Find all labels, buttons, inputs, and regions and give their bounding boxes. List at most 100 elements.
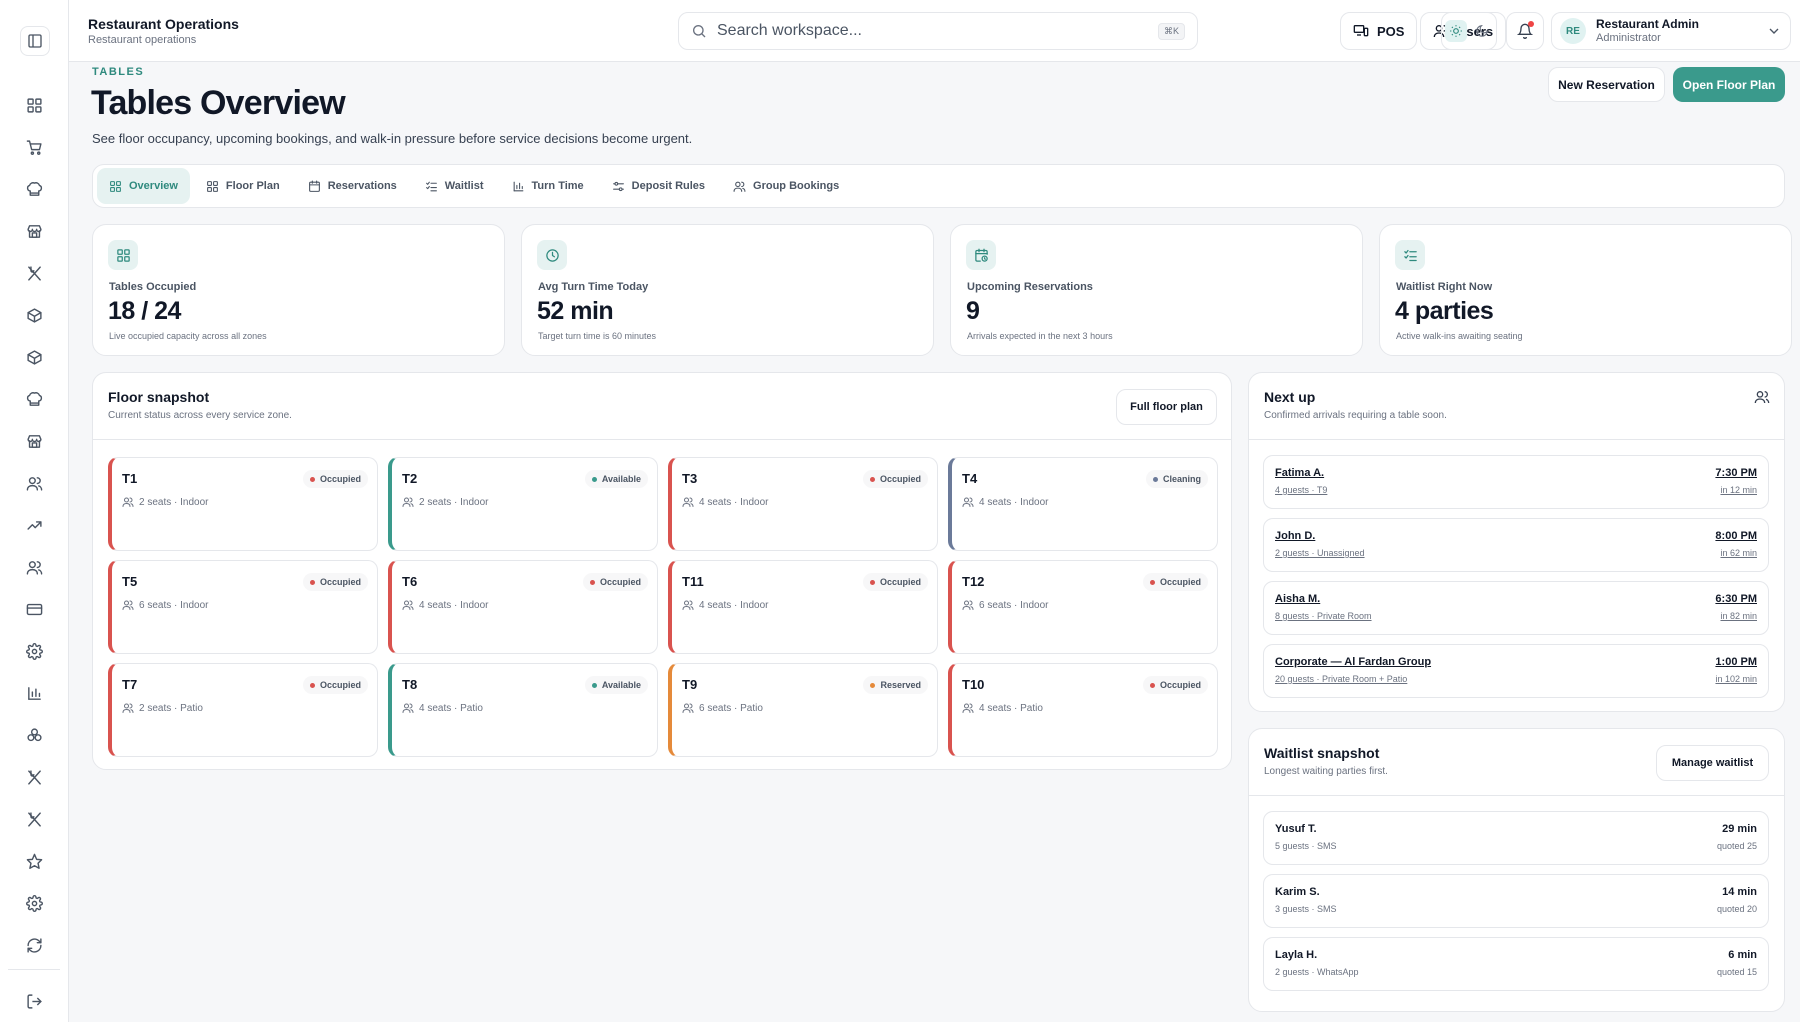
panel-divider [1249, 439, 1784, 440]
top-header: Restaurant Operations Restaurant operati… [69, 0, 1800, 62]
kpi-hint: Live occupied capacity across all zones [109, 331, 267, 341]
list-check-icon [425, 180, 438, 193]
tab-turn-time[interactable]: Turn Time [500, 168, 596, 204]
sidebar-item-19[interactable] [0, 882, 69, 924]
tab-floor-plan[interactable]: Floor Plan [194, 168, 292, 204]
sidebar-item-4[interactable] [0, 252, 69, 294]
table-card[interactable]: T1 2 seats · Indoor Occupied [108, 457, 378, 551]
table-card[interactable]: T11 4 seats · Indoor Occupied [668, 560, 938, 654]
sidebar-item-15[interactable] [0, 714, 69, 756]
quoted-time: quoted 20 [1716, 904, 1757, 914]
users-icon [1754, 389, 1770, 405]
logout-icon[interactable] [0, 980, 69, 1022]
status-badge: Occupied [302, 676, 368, 694]
status-label: Available [601, 474, 641, 484]
sidebar-item-2[interactable] [0, 168, 69, 210]
app-title: Restaurant Operations [88, 16, 239, 32]
table-meta-text: 6 seats · Indoor [139, 599, 209, 611]
kpi-hint: Active walk-ins awaiting seating [1396, 331, 1523, 341]
reservation-row[interactable]: Aisha M. 8 guests · Private Room 6:30 PM in… [1263, 581, 1769, 635]
cart-icon [26, 139, 43, 156]
table-card[interactable]: T10 4 seats · Patio Occupied [948, 663, 1218, 757]
new-reservation-button[interactable]: New Reservation [1548, 67, 1665, 102]
status-dot [591, 476, 597, 482]
wait-time: 29 min [1722, 823, 1757, 835]
kpi-label: Waitlist Right Now [1396, 281, 1493, 293]
sidebar-item-12[interactable] [0, 588, 69, 630]
table-meta: 6 seats · Indoor [962, 599, 1048, 611]
table-meta: 4 seats · Indoor [682, 599, 768, 611]
theme-toggle[interactable] [1441, 12, 1497, 50]
tab-label: Waitlist [444, 180, 484, 192]
sidebar-item-8[interactable] [0, 420, 69, 462]
sidebar-item-0[interactable] [0, 84, 69, 126]
kpi-hint: Target turn time is 60 minutes [538, 331, 657, 341]
sun-icon[interactable] [1445, 20, 1467, 42]
store-icon [26, 223, 43, 240]
sidebar-item-16[interactable] [0, 756, 69, 798]
kpi-card: Tables Occupied 18 / 24 Live occupied capa… [92, 224, 505, 356]
guest-detail: 4 guests · T9 [1275, 485, 1328, 495]
table-card[interactable]: T8 4 seats · Patio Available [388, 663, 658, 757]
table-card[interactable]: T2 2 seats · Indoor Available [388, 457, 658, 551]
table-card[interactable]: T12 6 seats · Indoor Occupied [948, 560, 1218, 654]
tab-reservations[interactable]: Reservations [296, 168, 409, 204]
clock-icon [537, 240, 567, 270]
full-floor-plan-button[interactable]: Full floor plan [1116, 389, 1217, 425]
moon-icon[interactable] [1471, 20, 1493, 42]
party-detail: 5 guests · SMS [1275, 841, 1337, 851]
sidebar-item-1[interactable] [0, 126, 69, 168]
sidebar-item-11[interactable] [0, 546, 69, 588]
status-dot [1149, 579, 1155, 585]
table-card[interactable]: T5 6 seats · Indoor Occupied [108, 560, 378, 654]
calendar-clock-icon [966, 240, 996, 270]
tab-deposit-rules[interactable]: Deposit Rules [600, 168, 717, 204]
notifications-button[interactable] [1506, 12, 1544, 50]
sidebar-item-20[interactable] [0, 924, 69, 966]
sidebar-item-18[interactable] [0, 840, 69, 882]
search-input[interactable] [717, 22, 1158, 40]
table-card[interactable]: T6 4 seats · Indoor Occupied [388, 560, 658, 654]
guest-name: Aisha M. [1275, 593, 1321, 605]
pos-button[interactable]: POS [1340, 12, 1418, 50]
table-card[interactable]: T7 2 seats · Patio Occupied [108, 663, 378, 757]
sidebar-item-6[interactable] [0, 336, 69, 378]
sidebar-item-9[interactable] [0, 462, 69, 504]
sidebar-item-14[interactable] [0, 672, 69, 714]
search-bar[interactable]: ⌘K [678, 12, 1198, 50]
table-meta: 2 seats · Indoor [122, 496, 208, 508]
sidebar-item-7[interactable] [0, 378, 69, 420]
sidebar-nav [0, 84, 69, 966]
sidebar-item-5[interactable] [0, 294, 69, 336]
sidebar-item-13[interactable] [0, 630, 69, 672]
tab-group-bookings[interactable]: Group Bookings [721, 168, 851, 204]
user-menu[interactable]: RE Restaurant Admin Administrator [1551, 12, 1791, 50]
waitlist-row[interactable]: Karim S. 3 guests · SMS 14 min quoted 20 [1263, 874, 1769, 928]
grid-icon [108, 240, 138, 270]
utensils-icon [26, 265, 43, 282]
users-icon [122, 702, 134, 714]
tab-waitlist[interactable]: Waitlist [413, 168, 496, 204]
waitlist-row[interactable]: Layla H. 2 guests · WhatsApp 6 min quoted 1… [1263, 937, 1769, 991]
sidebar-toggle-icon[interactable] [20, 26, 50, 56]
sidebar-item-3[interactable] [0, 210, 69, 252]
reservation-row[interactable]: John D. 2 guests · Unassigned 8:00 PM in 62… [1263, 518, 1769, 572]
waitlist-row[interactable]: Yusuf T. 5 guests · SMS 29 min quoted 25 [1263, 811, 1769, 865]
tab-overview[interactable]: Overview [97, 168, 190, 204]
tab-label: Turn Time [531, 180, 584, 192]
tab-label: Overview [129, 180, 178, 192]
table-card[interactable]: T4 4 seats · Indoor Cleaning [948, 457, 1218, 551]
open-floor-plan-button[interactable]: Open Floor Plan [1673, 67, 1785, 102]
manage-waitlist-button[interactable]: Manage waitlist [1656, 745, 1769, 781]
table-card[interactable]: T9 6 seats · Patio Reserved [668, 663, 938, 757]
page-description: See floor occupancy, upcoming bookings, … [92, 131, 693, 146]
sidebar-item-17[interactable] [0, 798, 69, 840]
reservation-row[interactable]: Corporate — Al Fardan Group 20 guests · P… [1263, 644, 1769, 698]
table-meta: 4 seats · Indoor [402, 599, 488, 611]
table-card[interactable]: T3 4 seats · Indoor Occupied [668, 457, 938, 551]
party-detail: 2 guests · WhatsApp [1275, 967, 1359, 977]
reservation-row[interactable]: Fatima A. 4 guests · T9 7:30 PM in 12 min [1263, 455, 1769, 509]
sidebar-item-10[interactable] [0, 504, 69, 546]
floor-snapshot-title: Floor snapshot [108, 389, 210, 405]
users-icon [402, 496, 414, 508]
